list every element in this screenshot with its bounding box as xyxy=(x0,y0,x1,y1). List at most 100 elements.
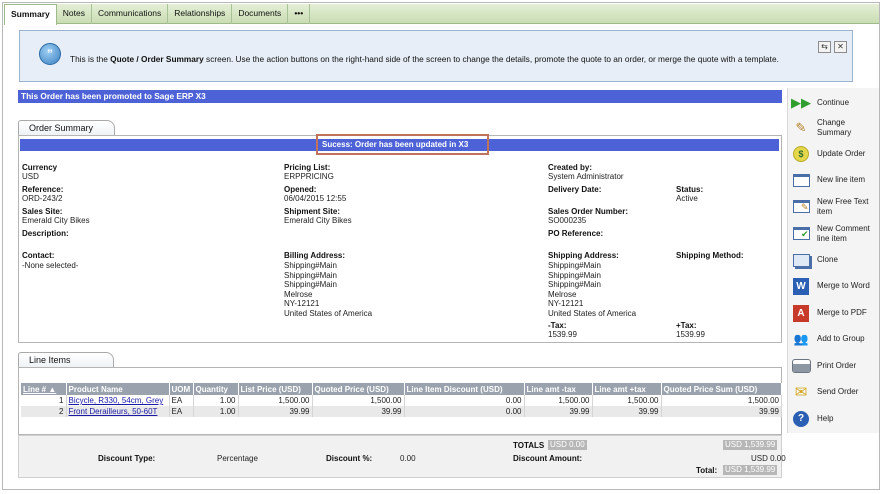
cell-line: 2 xyxy=(21,406,67,417)
merge-to-pdf-button[interactable]: A Merge to PDF xyxy=(792,304,877,322)
col-quoted-sum[interactable]: Quoted Price Sum (USD) xyxy=(661,383,782,395)
add-to-group-button[interactable]: 👥 Add to Group xyxy=(792,330,877,348)
cell-line: 1 xyxy=(21,395,67,406)
pricing-list-value: ERPPRICING xyxy=(284,172,334,181)
discount-pct-label: Discount %: xyxy=(326,454,373,463)
tab-documents[interactable]: Documents xyxy=(232,4,289,24)
clone-icon xyxy=(792,251,810,269)
tab-bar: Summary Notes Communications Relationshi… xyxy=(4,4,879,25)
shipping-address-value: Shipping#Main Shipping#Main Shipping#Main M… xyxy=(548,261,637,318)
send-order-label: Send Order xyxy=(817,387,859,397)
promoted-banner: This Order has been promoted to Sage ERP… xyxy=(18,90,782,103)
contact-value: -None selected- xyxy=(22,261,79,270)
table-row[interactable]: 2 Front Derailleurs, 50-60T EA 1.00 39.9… xyxy=(21,406,782,417)
info-banner: ” This is the Quote / Order Summary scre… xyxy=(19,30,853,82)
help-label: Help xyxy=(817,414,834,424)
merge-to-word-button[interactable]: W Merge to Word xyxy=(792,277,877,295)
plus-tax-label: +Tax: xyxy=(676,321,697,330)
cell-amt-minus: 1,500.00 xyxy=(524,395,593,406)
new-line-item-label: New line item xyxy=(817,175,866,185)
col-line-number[interactable]: Line # ▲ xyxy=(21,383,67,395)
tab-communications[interactable]: Communications xyxy=(92,4,169,24)
line-items-tab[interactable]: Line Items xyxy=(18,352,114,368)
created-by-value: System Administrator xyxy=(548,172,624,181)
col-uom[interactable]: UOM xyxy=(169,383,194,395)
table-row[interactable]: 1 Bicycle, R330, 54cm, Grey EA 1.00 1,50… xyxy=(21,395,782,406)
tab-relationships[interactable]: Relationships xyxy=(168,4,233,24)
col-quantity[interactable]: Quantity xyxy=(193,383,239,395)
currency-label: Currency xyxy=(22,163,58,172)
po-reference-label: PO Reference: xyxy=(548,229,604,238)
cell-amt-plus: 39.99 xyxy=(592,406,662,417)
free-text-icon: ✎ xyxy=(792,198,810,216)
tab-notes[interactable]: Notes xyxy=(57,4,92,24)
send-order-button[interactable]: ✉ Send Order xyxy=(792,383,877,401)
quoted-sum-total: USD 1,539.99 xyxy=(723,440,778,450)
col-amt-minus-tax[interactable]: Line amt -tax xyxy=(524,383,593,395)
plus-tax-value: 1539.99 xyxy=(676,330,705,339)
success-message: Sucess: Order has been updated in X3 xyxy=(322,140,469,149)
cell-quoted: 39.99 xyxy=(312,406,405,417)
pencil-icon: ✎ xyxy=(795,119,807,135)
print-order-button[interactable]: Print Order xyxy=(791,357,877,375)
change-summary-button[interactable]: ✎ Change Summary xyxy=(792,118,877,137)
tab-more[interactable]: ••• xyxy=(288,4,311,24)
new-line-item-button[interactable]: New line item xyxy=(792,171,877,189)
update-order-button[interactable]: $ Update Order xyxy=(792,145,877,163)
line-items-table: Line # ▲ Product Name UOM Quantity List … xyxy=(21,383,782,417)
discount-pct-value: 0.00 xyxy=(400,454,416,463)
sales-site-label: Sales Site: xyxy=(22,207,63,216)
help-button[interactable]: ? Help xyxy=(792,410,877,428)
order-summary-tab[interactable]: Order Summary xyxy=(18,120,115,136)
contact-label: Contact: xyxy=(22,251,55,260)
cell-discount: 0.00 xyxy=(404,395,525,406)
cell-qty: 1.00 xyxy=(193,395,239,406)
tab-summary[interactable]: Summary xyxy=(4,4,57,25)
new-free-text-label: New Free Text item xyxy=(817,197,869,216)
pricing-list-label: Pricing List: xyxy=(284,163,331,172)
col-line-discount[interactable]: Line Item Discount (USD) xyxy=(404,383,525,395)
shipping-method-label: Shipping Method: xyxy=(676,251,744,260)
product-link[interactable]: Bicycle, R330, 54cm, Grey xyxy=(69,396,164,405)
merge-to-word-label: Merge to Word xyxy=(817,281,870,291)
total-value: USD 1,539.99 xyxy=(723,465,778,475)
new-comment-button[interactable]: ✔ New Comment line item xyxy=(792,224,877,243)
new-comment-label: New Comment line item xyxy=(817,224,870,243)
coin-icon: $ xyxy=(792,145,810,163)
opened-value: 06/04/2015 12:55 xyxy=(284,194,347,203)
cell-product[interactable]: Front Derailleurs, 50-60T xyxy=(66,406,170,417)
col-product-name[interactable]: Product Name xyxy=(66,383,170,395)
clone-button[interactable]: Clone xyxy=(792,251,877,269)
update-order-label: Update Order xyxy=(817,149,866,159)
action-sidebar: ▶▶ Continue ✎ Change Summary $ Update Or… xyxy=(787,88,879,433)
cell-product[interactable]: Bicycle, R330, 54cm, Grey xyxy=(66,395,170,406)
col-quoted-price[interactable]: Quoted Price (USD) xyxy=(312,383,405,395)
cell-amt-minus: 39.99 xyxy=(524,406,593,417)
info-text: This is the Quote / Order Summary screen… xyxy=(70,54,779,64)
order-summary-panel xyxy=(18,135,782,343)
merge-to-pdf-label: Merge to PDF xyxy=(817,308,867,318)
minimize-icon[interactable]: ⇆ xyxy=(818,41,831,53)
continue-button[interactable]: ▶▶ Continue xyxy=(791,94,877,112)
status-label: Status: xyxy=(676,185,704,194)
comment-icon: ✔ xyxy=(792,225,810,243)
product-link[interactable]: Front Derailleurs, 50-60T xyxy=(69,407,158,416)
col-list-price[interactable]: List Price (USD) xyxy=(238,383,313,395)
word-icon: W xyxy=(792,277,810,295)
created-by-label: Created by: xyxy=(548,163,593,172)
cell-uom: EA xyxy=(169,395,194,406)
currency-value: USD xyxy=(22,172,39,181)
reference-label: Reference: xyxy=(22,185,64,194)
continue-label: Continue xyxy=(817,98,850,108)
minus-tax-label: -Tax: xyxy=(548,321,567,330)
new-free-text-button[interactable]: ✎ New Free Text item xyxy=(792,197,877,216)
col-amt-plus-tax[interactable]: Line amt +tax xyxy=(592,383,662,395)
close-icon[interactable]: ✕ xyxy=(834,41,847,53)
clone-label: Clone xyxy=(817,255,838,265)
discount-type-value: Percentage xyxy=(217,454,258,463)
reference-value: ORD-243/2 xyxy=(22,194,63,203)
cell-sum: 1,500.00 xyxy=(661,395,782,406)
cell-amt-plus: 1,500.00 xyxy=(592,395,662,406)
total-label: Total: xyxy=(696,466,718,475)
billing-address-value: Shipping#Main Shipping#Main Shipping#Main M… xyxy=(284,261,373,318)
